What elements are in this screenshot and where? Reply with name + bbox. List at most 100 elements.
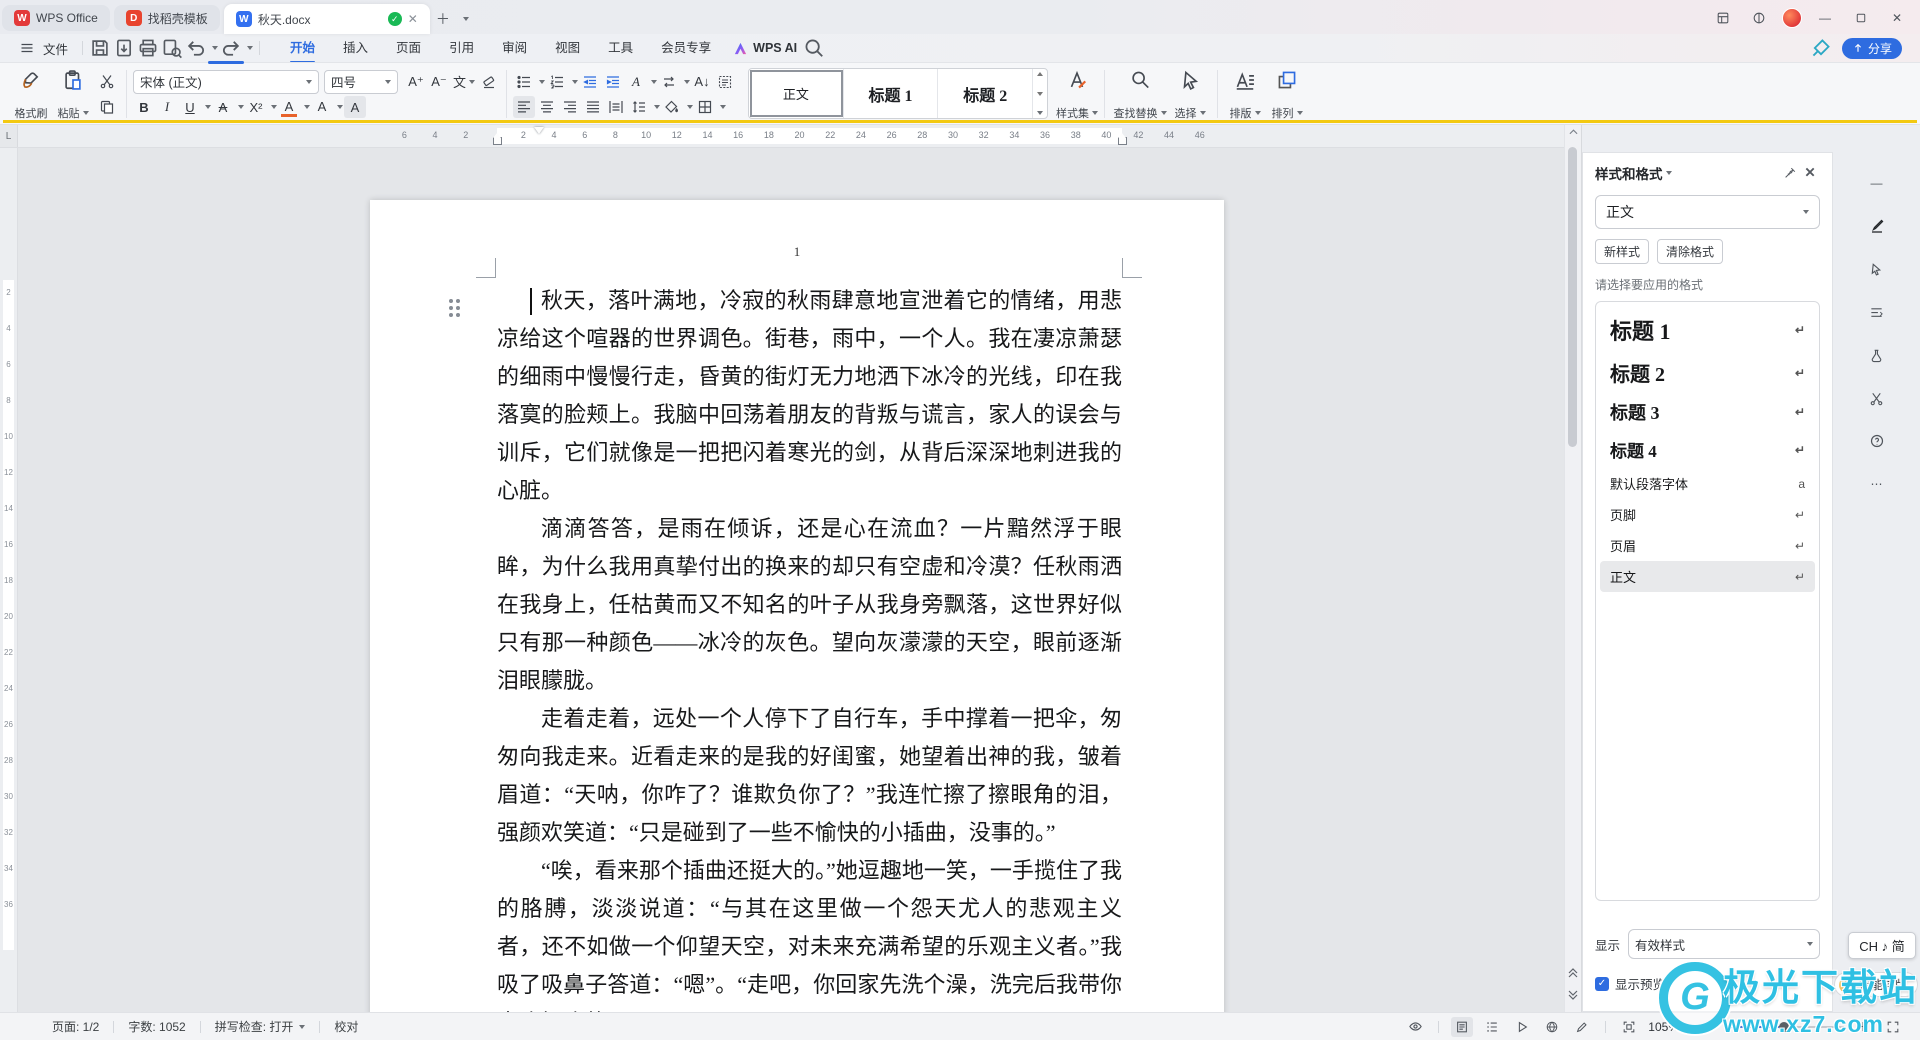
highlight-dropdown[interactable] bbox=[337, 105, 343, 110]
beautify-brush-icon[interactable] bbox=[1810, 37, 1832, 59]
current-style-select[interactable]: 正文 bbox=[1595, 195, 1820, 229]
style-gallery-item[interactable]: 标题 2 bbox=[938, 69, 1034, 118]
ribbon-tab[interactable]: 引用 bbox=[435, 34, 488, 62]
align-right-icon[interactable] bbox=[559, 96, 581, 118]
web-view-icon[interactable] bbox=[1541, 1017, 1563, 1037]
new-tab-button[interactable]: ＋ bbox=[432, 8, 454, 30]
align-center-icon[interactable] bbox=[536, 96, 558, 118]
line-spacing-dropdown[interactable] bbox=[654, 105, 661, 110]
borders-icon[interactable] bbox=[694, 96, 716, 118]
tab-wps-home[interactable]: W WPS Office bbox=[2, 5, 110, 31]
eye-protect-icon[interactable] bbox=[1404, 1017, 1426, 1037]
strikethrough-dropdown[interactable] bbox=[238, 105, 244, 110]
first-line-indent-marker[interactable] bbox=[534, 127, 544, 134]
style-item[interactable]: 标题 3 ↵ bbox=[1600, 393, 1815, 431]
style-item[interactable]: 默认段落字体 a bbox=[1600, 468, 1815, 499]
gallery-up-icon[interactable] bbox=[1037, 72, 1044, 76]
numbered-dropdown[interactable] bbox=[572, 79, 579, 84]
zoom-out-icon[interactable]: − bbox=[1699, 1017, 1721, 1037]
line-spacing-icon[interactable] bbox=[628, 96, 650, 118]
pin-icon[interactable] bbox=[1780, 163, 1800, 183]
strikethrough-button[interactable]: A bbox=[212, 96, 234, 118]
numbered-list-icon[interactable] bbox=[546, 71, 568, 93]
ribbon-tab[interactable]: 插入 bbox=[329, 34, 382, 62]
ribbon-tab[interactable]: 视图 bbox=[541, 34, 594, 62]
zoom-in-icon[interactable]: ＋ bbox=[1852, 1017, 1874, 1037]
align-justify-icon[interactable] bbox=[582, 96, 604, 118]
align-left-icon[interactable] bbox=[513, 96, 536, 119]
shading-icon[interactable] bbox=[661, 96, 683, 118]
ribbon-tab[interactable]: 开始 bbox=[276, 34, 329, 63]
underline-dropdown[interactable] bbox=[205, 105, 211, 110]
bold-button[interactable]: B bbox=[133, 96, 155, 118]
cjk-layout-dropdown[interactable] bbox=[684, 79, 691, 84]
ribbon-tab[interactable]: 会员专享 bbox=[647, 34, 725, 62]
collapse-panel-icon[interactable]: — bbox=[1864, 170, 1890, 196]
tab-list-button[interactable] bbox=[454, 8, 476, 30]
user-avatar[interactable] bbox=[1782, 8, 1802, 28]
highlight-button[interactable]: A bbox=[311, 96, 333, 118]
underline-button[interactable]: U bbox=[179, 96, 201, 118]
tab-stop-selector[interactable]: L bbox=[0, 125, 18, 147]
print-preview-icon[interactable] bbox=[161, 37, 183, 59]
bullet-dropdown[interactable] bbox=[539, 79, 546, 84]
pinyin-guide-icon[interactable]: 文 bbox=[451, 71, 477, 93]
paragraph[interactable]: 走着走着，远处一个人停下了自行车，手中撑着一把伞，匆匆向我走来。近看走来的是我的… bbox=[497, 700, 1122, 852]
spellcheck-toggle[interactable]: 拼写检查: 打开 bbox=[215, 1018, 306, 1035]
increase-indent-icon[interactable] bbox=[602, 71, 624, 93]
more-tools-icon[interactable]: ⋯ bbox=[1864, 471, 1890, 497]
decrease-font-icon[interactable]: A⁻ bbox=[428, 71, 450, 93]
global-search-icon[interactable] bbox=[803, 37, 825, 59]
borders-dropdown[interactable] bbox=[720, 105, 727, 110]
style-format-tool-icon[interactable] bbox=[1864, 213, 1890, 239]
vertical-scrollbar[interactable] bbox=[1564, 125, 1581, 1012]
style-set-button[interactable]: 样式集 bbox=[1056, 66, 1099, 122]
close-panel-icon[interactable]: ✕ bbox=[1800, 163, 1820, 183]
export-pdf-icon[interactable] bbox=[113, 37, 135, 59]
scroll-up-icon[interactable] bbox=[1565, 129, 1581, 135]
style-item[interactable]: 页眉 ↵ bbox=[1600, 530, 1815, 561]
close-window-icon[interactable]: ✕ bbox=[1884, 8, 1910, 28]
tab-document[interactable]: W 秋天.docx ✓ ✕ bbox=[223, 4, 430, 34]
cjk-layout-icon[interactable] bbox=[658, 71, 680, 93]
close-tab-icon[interactable]: ✕ bbox=[408, 12, 418, 26]
document-text[interactable]: 秋天，落叶满地，冷寂的秋雨肆意地宣泄着它的情绪，用悲凉给这个喧器的世界调色。街巷… bbox=[497, 282, 1122, 1012]
window-layout-icon[interactable] bbox=[1710, 8, 1736, 28]
format-painter-button[interactable]: 格式刷 bbox=[10, 66, 52, 122]
gallery-down-icon[interactable] bbox=[1037, 91, 1044, 96]
select-button[interactable]: 选择 bbox=[1169, 66, 1211, 122]
shading-dropdown[interactable] bbox=[687, 105, 694, 110]
ribbon-tab[interactable]: 审阅 bbox=[488, 34, 541, 62]
redo-icon[interactable] bbox=[220, 37, 242, 59]
text-effect-icon[interactable]: A bbox=[625, 71, 647, 93]
previous-page-button[interactable] bbox=[1565, 968, 1581, 978]
arrange-button[interactable]: 排列 bbox=[1266, 66, 1308, 122]
minimize-window-icon[interactable]: — bbox=[1812, 8, 1838, 28]
paragraph[interactable]: 秋天，落叶满地，冷寂的秋雨肆意地宣泄着它的情绪，用悲凉给这个喧器的世界调色。街巷… bbox=[497, 282, 1122, 510]
font-color-button[interactable]: A bbox=[278, 96, 300, 118]
document-page[interactable]: 1 秋天，落叶满地，冷寂的秋雨肆意地宣泄着它的情绪，用悲凉给这个喧器的世界调色。… bbox=[370, 200, 1224, 1012]
vertical-ruler[interactable]: 2 4 6 8 10 12 14 16 18 20 22 24 26 28 30 32 34 36 bbox=[0, 148, 18, 1012]
fit-page-icon[interactable] bbox=[1618, 1017, 1640, 1037]
ime-indicator[interactable]: CH ♪ 简 bbox=[1848, 932, 1916, 959]
clear-format-icon[interactable] bbox=[478, 71, 500, 93]
zoom-slider-handle[interactable] bbox=[1779, 1021, 1789, 1032]
page-indicator[interactable]: 页面: 1/2 bbox=[52, 1018, 99, 1035]
outline-pane-icon[interactable] bbox=[1864, 299, 1890, 325]
ribbon-tab[interactable]: 工具 bbox=[594, 34, 647, 62]
wps-ai-button[interactable]: WPS AI bbox=[733, 41, 797, 56]
sort-icon[interactable]: A↓ bbox=[691, 71, 713, 93]
find-replace-button[interactable]: 查找替换 bbox=[1111, 66, 1169, 122]
select-tool-icon[interactable] bbox=[1864, 256, 1890, 282]
word-count[interactable]: 字数: 1052 bbox=[128, 1018, 185, 1035]
text-effect-dropdown[interactable] bbox=[651, 79, 658, 84]
display-filter-select[interactable]: 有效样式 bbox=[1628, 929, 1820, 959]
fullscreen-icon[interactable] bbox=[1882, 1017, 1904, 1037]
show-preview-checkbox[interactable]: ✓ 显示预览 bbox=[1595, 974, 1665, 993]
char-shading-button[interactable]: A bbox=[344, 96, 366, 119]
zoom-level[interactable]: 105% bbox=[1648, 1020, 1691, 1034]
style-item[interactable]: 标题 2 ↵ bbox=[1600, 352, 1815, 393]
scrollbar-thumb[interactable] bbox=[1568, 147, 1577, 447]
skin-center-icon[interactable] bbox=[1746, 8, 1772, 28]
style-gallery-item[interactable]: 正文 bbox=[749, 69, 844, 118]
